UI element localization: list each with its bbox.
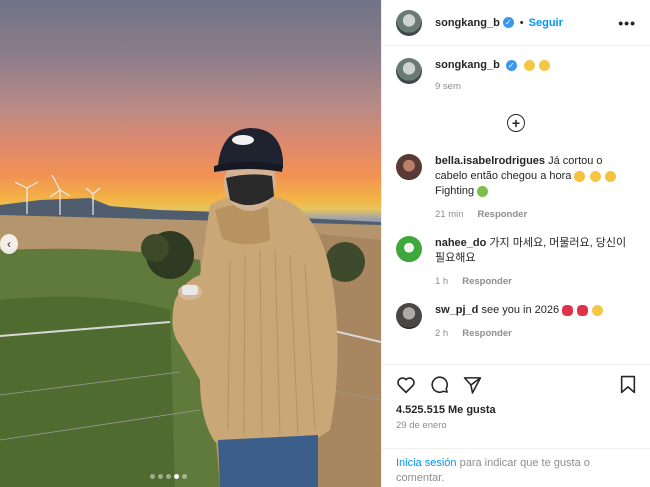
- face-emoji-icon: [589, 170, 601, 182]
- comment-meta: 21 min Responder: [435, 207, 636, 222]
- plus-circle-icon[interactable]: +: [507, 114, 525, 132]
- carousel-dot: [150, 474, 155, 479]
- post-photo: ‹: [0, 0, 381, 487]
- verified-icon: ✓: [502, 17, 514, 28]
- chevron-left-icon: ‹: [7, 237, 11, 251]
- likes-count[interactable]: 4.525.515 Me gusta: [396, 404, 636, 416]
- author-avatar[interactable]: [396, 58, 422, 84]
- login-prompt: Inicia sesión para indicar que te gusta …: [382, 448, 650, 487]
- star-struck-emoji-icon: [538, 59, 550, 71]
- share-icon[interactable]: [463, 376, 482, 394]
- post-panel: songkang_b ✓ • Seguir ••• songkang_b ✓ 9…: [381, 0, 650, 487]
- comment-time: 1 h: [435, 276, 449, 287]
- commenter-avatar[interactable]: [396, 236, 422, 262]
- reply-button[interactable]: Responder: [462, 274, 512, 289]
- red-heart-emoji-icon: [562, 304, 574, 316]
- comment-icon[interactable]: [430, 375, 449, 394]
- caption-meta: 9 sem: [435, 79, 636, 94]
- verified-icon: ✓: [505, 59, 517, 71]
- caption-username[interactable]: songkang_b: [435, 59, 500, 71]
- comment-item: nahee_do 가지 마세요, 머물러요, 당신이 필요해요 1 h Resp…: [396, 236, 636, 289]
- carousel-dot: [166, 474, 171, 479]
- carousel-dot: [158, 474, 163, 479]
- comment-meta: 2 h Responder: [435, 326, 636, 341]
- red-heart-emoji-icon: [577, 304, 589, 316]
- login-link[interactable]: Inicia sesión: [396, 457, 457, 469]
- comment-username[interactable]: bella.isabelrodrigues: [435, 155, 545, 167]
- photo-scene: [0, 128, 381, 487]
- caption-time: 9 sem: [435, 81, 461, 92]
- comment-time: 21 min: [435, 209, 464, 220]
- sparkle-emoji-icon: [604, 170, 616, 182]
- comments-section: songkang_b ✓ 9 sem + bella.isabelrodrigu…: [382, 46, 650, 341]
- carousel-dot: [182, 474, 187, 479]
- reply-button[interactable]: Responder: [478, 207, 528, 222]
- author-avatar[interactable]: [396, 9, 422, 36]
- post-actions: 4.525.515 Me gusta 29 de enero: [382, 364, 650, 431]
- heart-icon[interactable]: [396, 376, 416, 394]
- comment-text: see you in 2026: [481, 304, 560, 316]
- post-date: 29 de enero: [396, 420, 447, 431]
- comment-username[interactable]: sw_pj_d: [435, 304, 478, 316]
- comment-item: bella.isabelrodrigues Já cortou o cabelo…: [396, 154, 636, 222]
- carousel-dots: [150, 474, 187, 479]
- plant-emoji-icon: [477, 185, 489, 197]
- comment-meta: 1 h Responder: [435, 274, 636, 289]
- load-more-comments[interactable]: +: [396, 114, 636, 132]
- separator-dot: •: [519, 16, 524, 29]
- comment-item: sw_pj_d see you in 2026 2 h Responder: [396, 303, 636, 341]
- post-header: songkang_b ✓ • Seguir •••: [382, 0, 650, 46]
- comment-username[interactable]: nahee_do: [435, 237, 486, 249]
- caption-row: songkang_b ✓ 9 sem: [396, 58, 636, 94]
- comment-time: 2 h: [435, 328, 449, 339]
- face-emoji-icon: [592, 304, 604, 316]
- star-struck-emoji-icon: [523, 59, 535, 71]
- commenter-avatar[interactable]: [396, 303, 422, 329]
- author-username[interactable]: songkang_b: [435, 17, 500, 29]
- sparkle-emoji-icon: [574, 170, 586, 182]
- follow-button[interactable]: Seguir: [529, 17, 563, 29]
- more-icon[interactable]: •••: [618, 15, 636, 31]
- commenter-avatar[interactable]: [396, 154, 422, 180]
- action-icons: [396, 375, 636, 394]
- comment-text-tail: Fighting: [435, 185, 475, 197]
- carousel-dot-active: [174, 474, 179, 479]
- reply-button[interactable]: Responder: [462, 326, 512, 341]
- save-icon[interactable]: [620, 375, 636, 394]
- post-view: ‹ songkang_b ✓ • Seguir ••• songkang_b ✓…: [0, 0, 650, 487]
- carousel-prev-button[interactable]: ‹: [0, 234, 18, 254]
